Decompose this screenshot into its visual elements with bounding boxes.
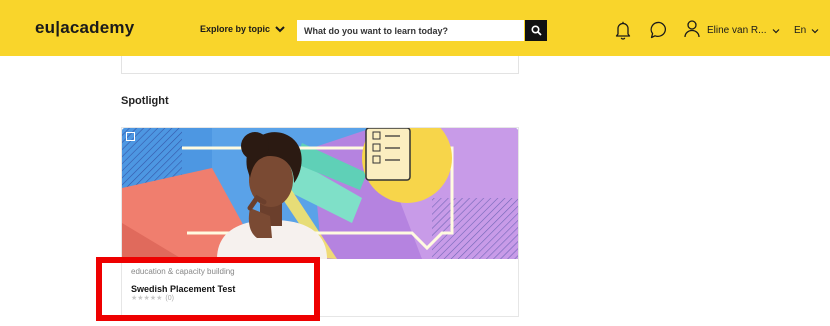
chevron-down-icon: [773, 28, 780, 33]
user-name-label: Eline van R...: [707, 25, 767, 36]
search-button[interactable]: [525, 20, 547, 41]
previous-card-edge: [121, 56, 519, 74]
bookmark-icon[interactable]: [126, 132, 135, 141]
eu-academy-logo[interactable]: eu|academy: [35, 18, 134, 38]
search-input[interactable]: [297, 20, 524, 41]
top-navigation-bar: eu|academy Explore by topic Eline van R.…: [0, 0, 830, 56]
course-title[interactable]: Swedish Placement Test: [131, 284, 235, 294]
course-category: education & capacity building: [131, 267, 235, 276]
bell-icon[interactable]: [615, 21, 631, 40]
user-menu[interactable]: Eline van R...: [707, 25, 780, 36]
section-title-spotlight: Spotlight: [121, 95, 169, 107]
explore-by-topic-label: Explore by topic: [200, 24, 271, 34]
chevron-down-icon: [811, 28, 819, 33]
search-icon: [530, 25, 542, 36]
chat-bubble-icon[interactable]: [650, 21, 669, 39]
rating-count: (0): [165, 294, 174, 302]
user-icon[interactable]: [684, 20, 700, 38]
course-illustration: [122, 128, 518, 259]
language-label: En: [794, 25, 807, 36]
spotlight-course-card[interactable]: education & capacity building Swedish Pl…: [121, 127, 519, 317]
chevron-down-icon: [275, 26, 285, 33]
star-rating-icon: ★★★★★: [131, 295, 163, 302]
search-bar: [297, 20, 548, 41]
explore-by-topic-menu[interactable]: Explore by topic: [200, 24, 285, 34]
language-selector[interactable]: En: [794, 25, 819, 36]
course-rating: ★★★★★ (0): [131, 294, 174, 303]
